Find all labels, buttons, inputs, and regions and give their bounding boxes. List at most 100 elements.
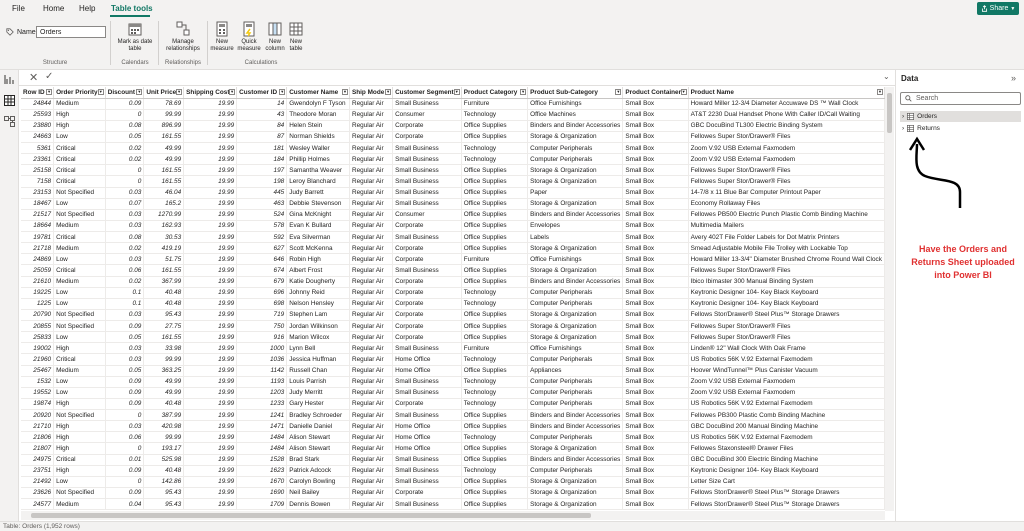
table-cell[interactable]: Office Supplies xyxy=(461,231,529,244)
table-cell[interactable]: Technology xyxy=(461,142,529,155)
table-cell[interactable]: 19.99 xyxy=(183,320,238,333)
table-cell[interactable]: 1690 xyxy=(236,487,288,500)
table-cell[interactable]: Linden® 12" Wall Clock With Oak Frame xyxy=(688,342,885,355)
table-cell[interactable]: Regular Air xyxy=(349,431,394,444)
table-cell[interactable]: Small Box xyxy=(622,353,689,366)
table-cell[interactable]: 0.09 xyxy=(105,320,145,333)
table-cell[interactable]: 5361 xyxy=(21,142,55,155)
table-row[interactable]: 19225 Low 0.1 40.48 19.99 696 Johnny Reid Regul… xyxy=(21,287,885,299)
table-cell[interactable]: 84 xyxy=(236,120,288,132)
table-cell[interactable]: Binders and Binder Accessories xyxy=(527,120,624,132)
table-cell[interactable]: Critical xyxy=(53,175,106,188)
table-cell[interactable]: 19.99 xyxy=(183,242,238,255)
table-cell[interactable]: Keytronic Designer 104- Key Black Keyboa… xyxy=(688,298,885,310)
table-cell[interactable]: Low xyxy=(53,131,106,144)
table-cell[interactable]: Storage & Organization xyxy=(527,175,624,188)
table-cell[interactable]: 20855 xyxy=(21,320,55,333)
table-cell[interactable]: 1142 xyxy=(236,365,288,377)
table-cell[interactable]: 0.02 xyxy=(105,142,145,155)
report-view-icon[interactable] xyxy=(4,74,15,85)
table-cell[interactable]: Office Supplies xyxy=(461,131,529,144)
table-cell[interactable]: Small Box xyxy=(622,264,689,277)
table-cell[interactable]: Small Box xyxy=(622,331,689,344)
table-cell[interactable]: 19.99 xyxy=(183,231,238,244)
table-cell[interactable]: Small Business xyxy=(392,342,462,355)
table-row[interactable]: 21718 Medium 0.02 419.19 19.99 627 Scott McKen… xyxy=(21,242,885,255)
table-cell[interactable]: 0.01 xyxy=(105,454,145,466)
table-cell[interactable]: Fellows Stor/Drawer® Steel Plus™ Storage… xyxy=(688,498,885,511)
table-cell[interactable]: Home Office xyxy=(392,353,462,366)
table-cell[interactable]: Zoom V.92 USB External Faxmodem xyxy=(688,387,885,399)
table-cell[interactable]: Storage & Organization xyxy=(527,264,624,277)
table-cell[interactable]: Office Supplies xyxy=(461,331,529,344)
table-cell[interactable]: Storage & Organization xyxy=(527,242,624,255)
share-button[interactable]: Share ▼ xyxy=(977,2,1019,15)
table-cell[interactable]: 627 xyxy=(236,242,288,255)
table-cell[interactable]: Regular Air xyxy=(349,287,394,299)
table-cell[interactable]: Computer Peripherals xyxy=(527,153,624,166)
table-row[interactable]: 19781 Critical 0.08 30.53 19.99 592 Eva Silver… xyxy=(21,231,885,244)
table-cell[interactable]: Jessica Huffman xyxy=(286,353,350,366)
table-cell[interactable]: 578 xyxy=(236,220,288,233)
table-cell[interactable]: 524 xyxy=(236,209,288,221)
table-cell[interactable]: 51.75 xyxy=(143,253,185,266)
table-cell[interactable]: Labels xyxy=(527,231,624,244)
column-header[interactable]: Product Category ▼ xyxy=(461,87,529,99)
table-cell[interactable]: Gina McKnight xyxy=(286,209,350,221)
table-cell[interactable]: 19.99 xyxy=(183,454,238,466)
table-cell[interactable]: Carolyn Bowling xyxy=(286,476,350,488)
table-cell[interactable]: Regular Air xyxy=(349,164,394,177)
table-cell[interactable]: Corporate xyxy=(392,398,462,411)
table-cell[interactable]: 1203 xyxy=(236,387,288,399)
scroll-thumb[interactable] xyxy=(31,513,591,518)
table-cell[interactable]: Marion Wilcox xyxy=(286,331,350,344)
table-cell[interactable]: 646 xyxy=(236,253,288,266)
table-cell[interactable]: High xyxy=(53,442,106,455)
table-cell[interactable]: 181 xyxy=(236,142,288,155)
table-cell[interactable]: Medium xyxy=(53,276,106,288)
table-cell[interactable]: 19.99 xyxy=(183,498,238,511)
mark-as-date-table-button[interactable]: Mark as date table xyxy=(114,21,156,53)
table-cell[interactable]: 19.99 xyxy=(183,276,238,288)
table-cell[interactable]: 99.99 xyxy=(143,109,185,121)
table-cell[interactable]: 719 xyxy=(236,309,288,322)
table-cell[interactable]: 23626 xyxy=(21,487,55,500)
table-cell[interactable]: Bradley Schroeder xyxy=(286,409,350,422)
table-cell[interactable]: Regular Air xyxy=(349,498,394,511)
table-cell[interactable]: Binders and Binder Accessories xyxy=(527,409,624,422)
table-cell[interactable]: 0 xyxy=(105,175,145,188)
table-cell[interactable]: Small Box xyxy=(622,231,689,244)
table-cell[interactable]: Multimedia Mailers xyxy=(688,220,885,233)
table-cell[interactable]: 0.03 xyxy=(105,353,145,366)
table-row[interactable]: 23626 Not Specified 0.09 95.43 19.99 1690 Neil… xyxy=(21,487,885,500)
table-cell[interactable]: 1270.99 xyxy=(143,209,185,221)
table-cell[interactable]: Office Machines xyxy=(527,109,624,121)
quick-measure-button[interactable]: Quick measure xyxy=(236,21,262,53)
table-cell[interactable]: High xyxy=(53,398,106,411)
table-cell[interactable]: Small Box xyxy=(622,198,689,210)
table-cell[interactable]: Office Supplies xyxy=(461,320,529,333)
table-cell[interactable]: 0.09 xyxy=(105,376,145,388)
table-cell[interactable]: Low xyxy=(53,253,106,266)
table-cell[interactable]: 0.08 xyxy=(105,231,145,244)
menu-home[interactable]: Home xyxy=(43,4,64,13)
table-view-icon[interactable] xyxy=(4,95,15,106)
table-cell[interactable]: High xyxy=(53,120,106,132)
table-cell[interactable]: 674 xyxy=(236,264,288,277)
table-cell[interactable]: Regular Air xyxy=(349,120,394,132)
table-cell[interactable]: Robin High xyxy=(286,253,350,266)
table-cell[interactable]: Corporate xyxy=(392,131,462,144)
table-cell[interactable]: Critical xyxy=(53,153,106,166)
filter-dropdown-icon[interactable]: ▼ xyxy=(279,89,286,95)
close-icon[interactable]: ✕ xyxy=(29,71,38,84)
table-cell[interactable]: Louis Parrish xyxy=(286,376,350,388)
table-cell[interactable]: Small Business xyxy=(392,198,462,210)
table-cell[interactable]: Gary Hester xyxy=(286,398,350,411)
table-row[interactable]: 24663 Low 0.05 161.55 19.99 87 Norman Shields R… xyxy=(21,131,885,144)
manage-relationships-button[interactable]: Manage relationships xyxy=(162,21,204,53)
table-cell[interactable]: 161.55 xyxy=(143,175,185,188)
table-cell[interactable]: Office Supplies xyxy=(461,198,529,210)
table-cell[interactable]: Office Supplies xyxy=(461,164,529,177)
table-cell[interactable]: Low xyxy=(53,298,106,310)
table-cell[interactable]: Corporate xyxy=(392,120,462,132)
